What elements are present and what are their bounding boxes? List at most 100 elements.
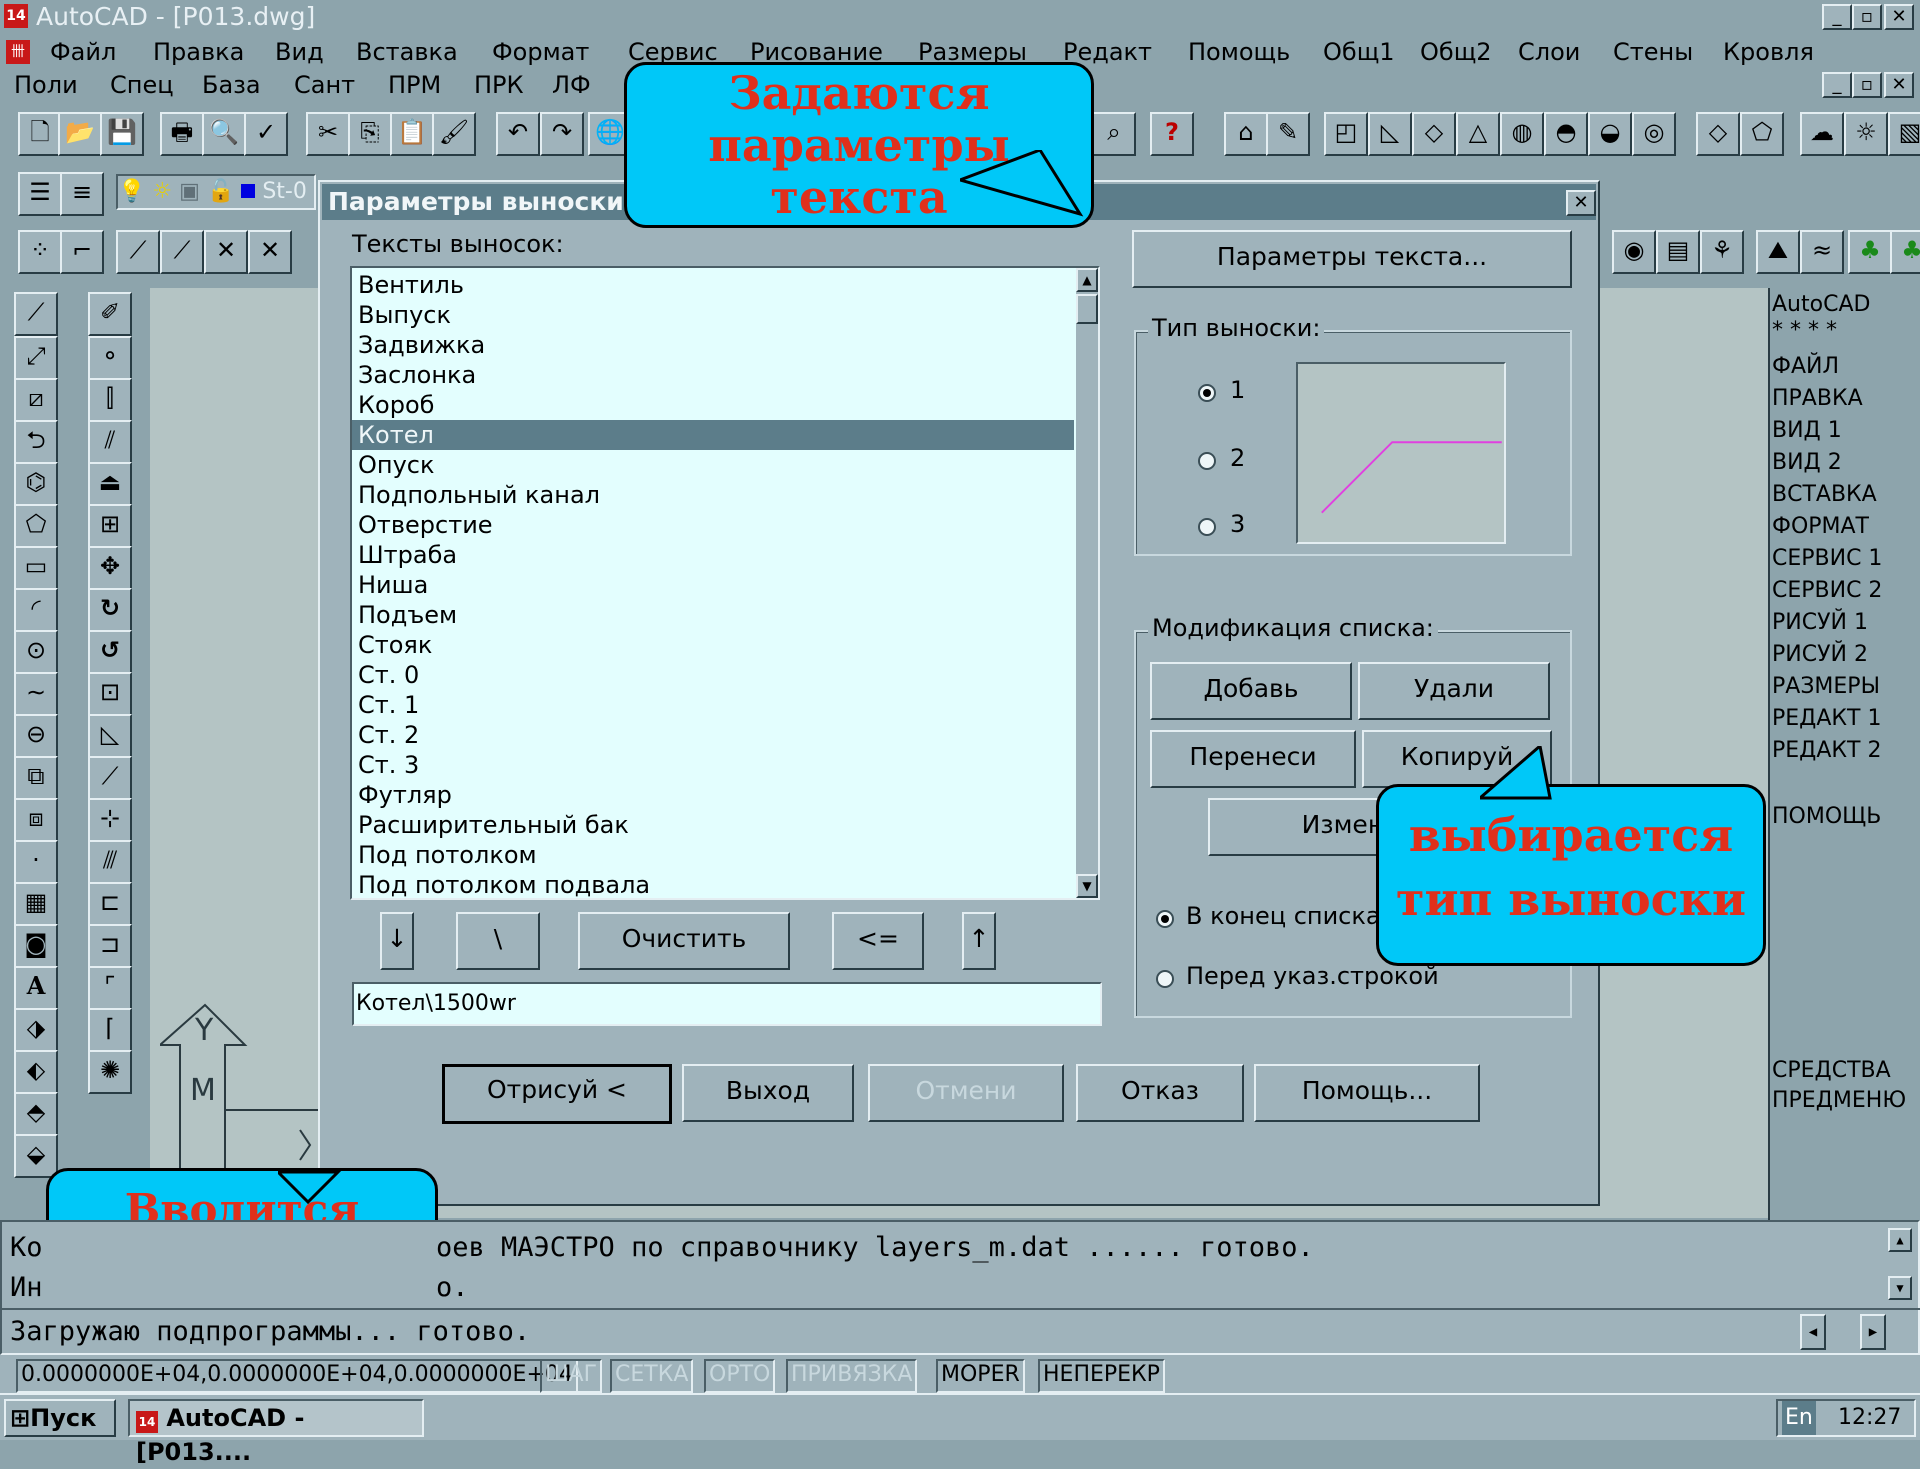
multiline-icon[interactable]: ⧄	[14, 378, 58, 422]
language-indicator[interactable]: En	[1782, 1401, 1816, 1435]
list-item[interactable]: Опуск	[352, 450, 1074, 480]
hide-icon[interactable]: ▧	[1888, 112, 1920, 156]
menu-item-base[interactable]: База	[202, 68, 261, 102]
rotate-icon[interactable]: ↻	[88, 588, 132, 632]
move-up-icon[interactable]: ↑	[962, 912, 996, 970]
menu-item-spec[interactable]: Спец	[110, 68, 174, 102]
list-item[interactable]: Ст. 1	[352, 690, 1074, 720]
menu-item-view[interactable]: Вид	[275, 35, 324, 69]
menu-item-poly[interactable]: Поли	[14, 68, 78, 102]
help-button[interactable]: Помощь...	[1254, 1064, 1480, 1122]
tree-icon[interactable]: ♣	[1848, 230, 1892, 274]
cmd-scroll-up-icon[interactable]: ▲	[1888, 1228, 1912, 1252]
lengthen-icon[interactable]: ◺	[88, 714, 132, 758]
preview-icon[interactable]: 🔍	[202, 112, 246, 156]
stretch-icon[interactable]: ⊡	[88, 672, 132, 716]
cmd-scroll-down-icon[interactable]: ▼	[1888, 1276, 1912, 1300]
mirror-icon[interactable]: ⫿	[88, 378, 132, 422]
undo-button[interactable]: Отмени	[868, 1064, 1064, 1122]
match-properties-icon[interactable]: 🖌	[432, 112, 476, 156]
list-item[interactable]: Под потолком	[352, 840, 1074, 870]
polyline-icon[interactable]: ⮌	[14, 420, 58, 464]
break-icon[interactable]: ⫻	[88, 840, 132, 884]
dialog-close-button[interactable]: ✕	[1566, 190, 1596, 216]
doc-close-button[interactable]: ✕	[1884, 72, 1914, 98]
tree2-icon[interactable]: ♣	[1890, 230, 1920, 274]
erase-icon[interactable]: ✐	[88, 292, 132, 336]
radio-before-line[interactable]	[1156, 970, 1174, 988]
undo-icon[interactable]: ↶	[496, 112, 540, 156]
explode-icon[interactable]: ✺	[88, 1050, 132, 1094]
list-item[interactable]: Вентиль	[352, 270, 1074, 300]
lights-icon[interactable]: ▤	[1656, 230, 1700, 274]
screen-menu-premenu[interactable]: ПРЕДМЕНЮ	[1772, 1088, 1906, 1113]
render-icon[interactable]: ☁	[1800, 112, 1844, 156]
screen-menu-stars[interactable]: * * * *	[1772, 318, 1837, 343]
menu-item-sant[interactable]: Сант	[294, 68, 355, 102]
text-params-button[interactable]: Параметры текста...	[1132, 230, 1572, 288]
menu-item-layers[interactable]: Слои	[1518, 35, 1580, 69]
taskbar-autocad-button[interactable]: 14 AutoCAD - [P013....	[128, 1399, 424, 1466]
document-icon[interactable]: 卌	[6, 40, 30, 64]
command-window[interactable]: Ко оев МАЭСТРО по справочнику layers_m.d…	[0, 1220, 1920, 1355]
radio-end-of-list[interactable]	[1156, 910, 1174, 928]
snap-from-icon[interactable]: ⁘	[18, 230, 62, 274]
doc-minimize-button[interactable]: _	[1822, 72, 1852, 98]
array-icon[interactable]: ⏏	[88, 462, 132, 506]
make-block-icon[interactable]: ⧈	[14, 798, 58, 842]
fillet-icon[interactable]: ⌈	[88, 1008, 132, 1052]
minimize-button[interactable]: _	[1822, 4, 1852, 30]
screen-menu-item[interactable]: ВИД 1	[1772, 418, 1842, 443]
leader-texts-listbox[interactable]: Вентиль Выпуск Задвижка Заслонка Короб Котел О…	[350, 266, 1100, 900]
layers-icon[interactable]: ☰	[18, 172, 62, 216]
list-item[interactable]: Выпуск	[352, 300, 1074, 330]
list-item[interactable]: Задвижка	[352, 330, 1074, 360]
circle-icon[interactable]: ⊙	[14, 630, 58, 674]
screen-menu-tools[interactable]: СРЕДСТВА	[1772, 1058, 1891, 1083]
print-icon[interactable]: 🖶	[160, 112, 204, 156]
endpoint-icon[interactable]: ⟋	[116, 230, 160, 274]
menu-item-help[interactable]: Помощь	[1188, 35, 1290, 69]
wedge-icon[interactable]: ◺	[1368, 112, 1412, 156]
box-icon[interactable]: ◰	[1324, 112, 1368, 156]
tag-icon[interactable]: ⬗	[14, 1008, 58, 1052]
list-item[interactable]: Расширительный бак	[352, 810, 1074, 840]
extend-icon[interactable]: ⊹	[88, 798, 132, 842]
screen-menu-header[interactable]: AutoCAD	[1772, 292, 1870, 317]
scroll-down-icon[interactable]: ▼	[1076, 874, 1098, 898]
cmd-scroll-right-icon[interactable]: ▶	[1860, 1314, 1886, 1350]
list-item[interactable]: Ст. 3	[352, 750, 1074, 780]
point-icon[interactable]: ·	[14, 840, 58, 884]
cmd-scroll-left-icon[interactable]: ◀	[1800, 1314, 1826, 1350]
list-scrollbar[interactable]: ▲ ▼	[1076, 268, 1098, 898]
list-item[interactable]: Штраба	[352, 540, 1074, 570]
doc-maximize-button[interactable]: ▫	[1852, 72, 1882, 98]
layer-combo[interactable]: 💡 ☼ ▣ 🔓 St-0	[116, 174, 316, 210]
menu-item-walls[interactable]: Стены	[1613, 35, 1693, 69]
3d-polyline-icon[interactable]: ⌬	[14, 462, 58, 506]
leader-type-radio-2[interactable]	[1198, 452, 1216, 470]
menu-item-common1[interactable]: Общ1	[1323, 35, 1395, 69]
region-icon[interactable]: ◙	[14, 924, 58, 968]
list-item[interactable]: Заслонка	[352, 360, 1074, 390]
list-item[interactable]: Стояк	[352, 630, 1074, 660]
spell-icon[interactable]: ✓	[244, 112, 288, 156]
spline-icon[interactable]: ∼	[14, 672, 58, 716]
rectangle-icon[interactable]: ▭	[14, 546, 58, 590]
screen-menu-item[interactable]: ВСТАВКА	[1772, 482, 1877, 507]
screen-menu-help[interactable]: ПОМОЩЬ	[1772, 804, 1881, 829]
scroll-thumb[interactable]	[1076, 294, 1098, 324]
menu-item-common2[interactable]: Общ2	[1420, 35, 1492, 69]
screen-menu-item[interactable]: СЕРВИС 1	[1772, 546, 1882, 571]
sphere-icon[interactable]: ◍	[1500, 112, 1544, 156]
make-current-icon[interactable]: ≡	[60, 172, 104, 216]
cone-icon[interactable]: △	[1456, 112, 1500, 156]
dome-icon[interactable]: ◓	[1544, 112, 1588, 156]
menu-item-format[interactable]: Формат	[492, 35, 589, 69]
line-icon[interactable]: ⟋	[14, 292, 58, 336]
text-icon[interactable]: A	[14, 966, 58, 1010]
screen-menu-item[interactable]: СЕРВИС 2	[1772, 578, 1882, 603]
tag4-icon[interactable]: ⬙	[14, 1134, 58, 1178]
leader-text-input[interactable]: Котел\1500wr	[352, 982, 1102, 1026]
apparent-intersection-icon[interactable]: ✕	[248, 230, 292, 274]
